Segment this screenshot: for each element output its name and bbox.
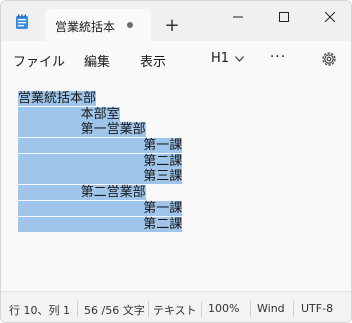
chevron-down-icon	[235, 55, 244, 62]
encoding[interactable]: UTF-8	[301, 302, 333, 315]
editor-text: 営業統括本部 本部室 第一営業部 第一課 第二課 第三課 第二営業部 第一課 第…	[18, 91, 183, 232]
text-line: 第一課	[18, 138, 183, 154]
minimize-button[interactable]	[215, 1, 261, 33]
text-line: 本部室	[18, 106, 120, 122]
unsaved-dot-icon[interactable]	[123, 18, 137, 32]
menu-bar: ファイル 編集 表示 H1 ···	[1, 41, 351, 77]
text-line: 第二課	[18, 216, 183, 232]
close-icon	[325, 12, 335, 22]
text-line: 第三課	[18, 169, 183, 185]
minimize-icon	[233, 16, 243, 18]
heading-dropdown[interactable]: H1	[211, 51, 244, 66]
status-divider	[201, 301, 202, 317]
text-line: 第一課	[18, 200, 183, 216]
line-ending[interactable]: Wind	[257, 302, 285, 315]
text-editor[interactable]: 営業統括本部 本部室 第一営業部 第一課 第二課 第三課 第二営業部 第一課 第…	[1, 77, 351, 291]
document-tab[interactable]: 営業統括本	[45, 9, 151, 41]
status-divider	[250, 301, 251, 317]
status-divider	[148, 301, 149, 317]
notepad-window: 営業統括本 + ファイル 編集 表示 H1 ··· 営業統括本部 本部室 第一営…	[0, 0, 352, 323]
title-bar: 営業統括本 +	[1, 1, 351, 41]
menu-edit[interactable]: 編集	[84, 51, 110, 70]
zoom-level[interactable]: 100%	[208, 302, 239, 315]
status-bar: 行 10、列 1 56 /56 文字 テキスト 100% Wind UTF-8	[1, 291, 351, 322]
heading-label: H1	[211, 51, 230, 66]
close-button[interactable]	[307, 1, 351, 33]
tab-title: 営業統括本	[55, 20, 116, 34]
maximize-button[interactable]	[261, 1, 307, 33]
status-divider	[293, 301, 294, 317]
text-line: 第二営業部	[18, 185, 146, 201]
notepad-icon	[16, 14, 28, 29]
new-tab-button[interactable]: +	[161, 15, 183, 37]
format-indicator[interactable]: テキスト	[153, 302, 197, 318]
more-options-button[interactable]: ···	[267, 49, 289, 69]
status-divider	[77, 301, 78, 317]
character-count: 56 /56 文字	[84, 304, 145, 317]
text-line: 第二課	[18, 153, 183, 169]
gear-icon[interactable]	[320, 50, 338, 68]
text-line: 営業統括本部	[18, 91, 97, 106]
menu-view[interactable]: 表示	[140, 51, 166, 70]
text-line: 第一営業部	[18, 122, 146, 138]
menu-file[interactable]: ファイル	[13, 51, 65, 70]
cursor-position: 行 10、列 1	[9, 304, 70, 317]
maximize-icon	[279, 12, 289, 22]
